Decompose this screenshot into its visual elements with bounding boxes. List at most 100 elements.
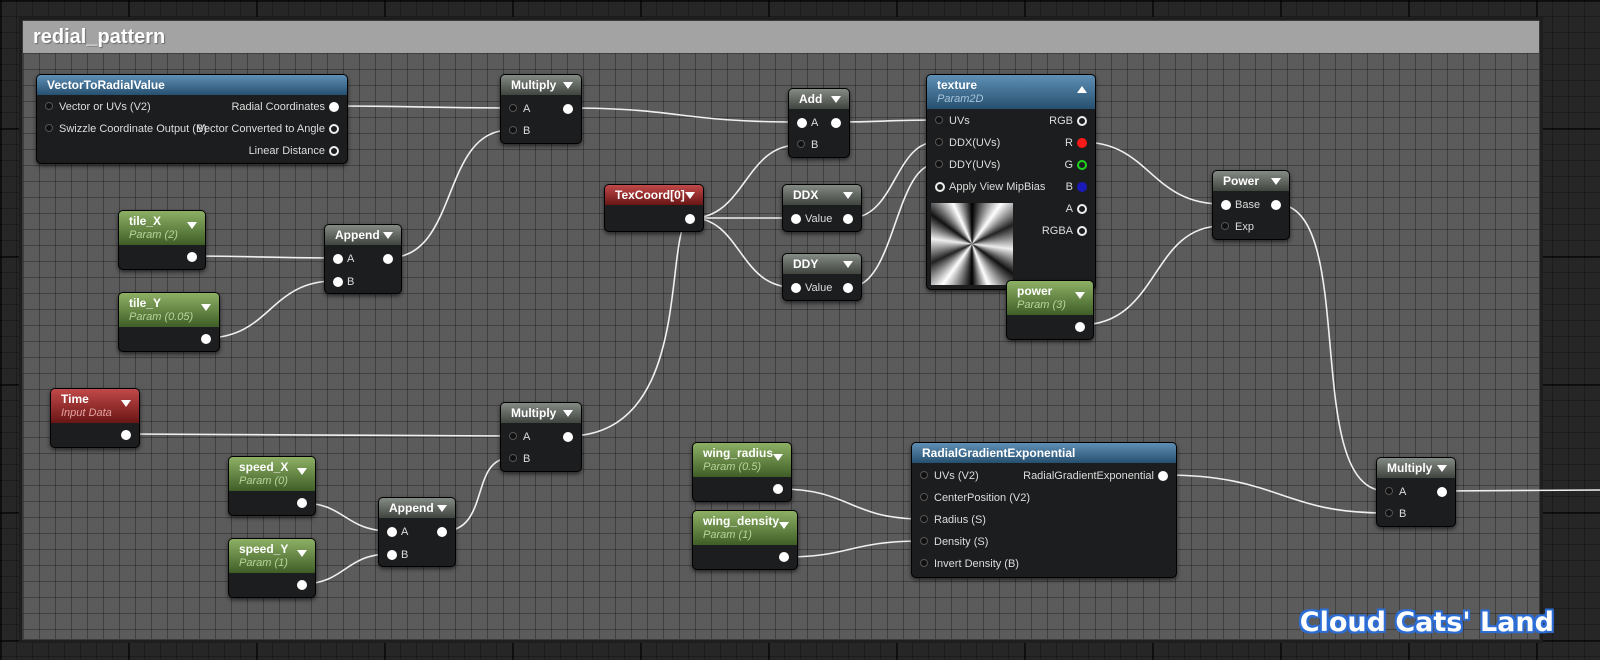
node-wing-radius[interactable]: wing_radius Param (0.5) — [692, 442, 792, 502]
pin-dot[interactable] — [1271, 200, 1281, 210]
pin-dot[interactable] — [1077, 116, 1087, 126]
pin-output[interactable] — [839, 277, 861, 299]
pin-dot[interactable] — [329, 124, 339, 134]
pin-dot[interactable] — [791, 214, 801, 224]
pin-dot[interactable] — [387, 550, 397, 560]
node-multiply-2[interactable]: Multiply A B — [500, 402, 582, 472]
pin-a[interactable]: A — [325, 248, 354, 270]
pin-exp[interactable]: Exp — [1213, 216, 1254, 238]
pin-output[interactable] — [197, 328, 219, 350]
node-header[interactable]: RadialGradientExponential — [912, 443, 1176, 463]
pin-ddy-uvs[interactable]: DDY(UVs) — [927, 154, 1000, 176]
node-power[interactable]: Power Base Exp — [1212, 170, 1290, 240]
pin-radial-coordinates[interactable]: Radial Coordinates — [231, 96, 347, 118]
pin-b[interactable]: B — [379, 544, 408, 566]
collapse-arrow-icon[interactable] — [437, 505, 447, 512]
pin-output[interactable] — [559, 98, 581, 120]
collapse-arrow-icon[interactable] — [187, 222, 197, 229]
pin-dot[interactable] — [297, 580, 307, 590]
pin-dot[interactable] — [1385, 509, 1393, 517]
node-speed-y[interactable]: speed_Y Param (1) — [228, 538, 316, 598]
pin-dot[interactable] — [563, 104, 573, 114]
pin-dot[interactable] — [1077, 138, 1087, 148]
node-texcoord[interactable]: TexCoord[0] — [604, 184, 704, 232]
collapse-arrow-icon[interactable] — [563, 82, 573, 89]
pin-linear-distance[interactable]: Linear Distance — [249, 140, 347, 162]
collapse-arrow-icon[interactable] — [843, 192, 853, 199]
pin-output[interactable] — [117, 424, 139, 446]
node-header[interactable]: DDY — [783, 254, 861, 274]
pin-output[interactable] — [1433, 481, 1455, 503]
pin-invert-density[interactable]: Invert Density (B) — [912, 553, 1019, 575]
collapse-arrow-icon[interactable] — [685, 192, 695, 199]
pin-dot[interactable] — [297, 498, 307, 508]
collapse-arrow-icon[interactable] — [383, 232, 393, 239]
pin-dot[interactable] — [45, 124, 53, 132]
pin-a[interactable]: A — [789, 112, 818, 134]
node-append-1[interactable]: Append A B — [324, 224, 402, 294]
pin-dot[interactable] — [1385, 487, 1393, 495]
pin-r[interactable]: R — [1065, 132, 1095, 154]
pin-output[interactable] — [293, 574, 315, 596]
node-header[interactable]: Append — [325, 225, 401, 245]
pin-dot[interactable] — [509, 454, 517, 462]
collapse-arrow-icon[interactable] — [1075, 292, 1085, 299]
node-ddx[interactable]: DDX Value — [782, 184, 862, 232]
pin-dot[interactable] — [187, 252, 197, 262]
pin-dot[interactable] — [563, 432, 573, 442]
node-header[interactable]: power Param (3) — [1007, 281, 1093, 315]
pin-output[interactable] — [1071, 316, 1093, 338]
pin-dot[interactable] — [509, 126, 517, 134]
node-append-2[interactable]: Append A B — [378, 497, 456, 567]
pin-output[interactable] — [769, 478, 791, 500]
node-header[interactable]: TexCoord[0] — [605, 185, 703, 205]
pin-output[interactable] — [1267, 194, 1289, 216]
pin-output[interactable] — [839, 208, 861, 230]
collapse-arrow-icon[interactable] — [121, 400, 131, 407]
node-texture[interactable]: texture Param2D UVs DDX(UVs) DDY(UVs) App… — [926, 74, 1096, 290]
node-header[interactable]: VectorToRadialValue — [37, 75, 347, 95]
pin-vector-converted-to-angle[interactable]: Vector Converted to Angle — [197, 118, 347, 140]
node-header[interactable]: Multiply — [1377, 458, 1455, 478]
collapse-arrow-icon[interactable] — [1077, 86, 1087, 93]
pin-dot[interactable] — [329, 146, 339, 156]
pin-dot[interactable] — [843, 283, 853, 293]
pin-dot[interactable] — [779, 552, 789, 562]
pin-a[interactable]: A — [501, 98, 530, 120]
pin-dot[interactable] — [831, 118, 841, 128]
pin-dot[interactable] — [1221, 200, 1231, 210]
pin-dot[interactable] — [920, 515, 928, 523]
pin-a[interactable]: A — [1377, 481, 1406, 503]
node-header[interactable]: speed_Y Param (1) — [229, 539, 315, 573]
collapse-arrow-icon[interactable] — [779, 522, 789, 529]
node-add[interactable]: Add A B — [788, 88, 850, 158]
node-header[interactable]: wing_density Param (1) — [693, 511, 797, 545]
collapse-arrow-icon[interactable] — [843, 261, 853, 268]
pin-dot[interactable] — [1077, 182, 1087, 192]
pin-dot[interactable] — [920, 537, 928, 545]
pin-dot[interactable] — [935, 116, 943, 124]
pin-dot[interactable] — [45, 102, 53, 110]
node-time[interactable]: Time Input Data — [50, 388, 140, 448]
pin-dot[interactable] — [685, 214, 695, 224]
pin-dot[interactable] — [1158, 471, 1168, 481]
collapse-arrow-icon[interactable] — [201, 304, 211, 311]
pin-dot[interactable] — [935, 182, 945, 192]
pin-dot[interactable] — [509, 104, 517, 112]
pin-b[interactable]: B — [789, 134, 818, 156]
collapse-arrow-icon[interactable] — [831, 96, 841, 103]
pin-dot[interactable] — [797, 140, 805, 148]
pin-rgb[interactable]: RGB — [1049, 110, 1095, 132]
pin-uvs[interactable]: UVs — [927, 110, 970, 132]
pin-dot[interactable] — [773, 484, 783, 494]
node-header[interactable]: wing_radius Param (0.5) — [693, 443, 791, 477]
node-wing-density[interactable]: wing_density Param (1) — [692, 510, 798, 570]
pin-dot[interactable] — [509, 432, 517, 440]
pin-output[interactable] — [379, 248, 401, 270]
pin-dot[interactable] — [935, 138, 943, 146]
pin-a[interactable]: A — [379, 521, 408, 543]
pin-b[interactable]: B — [1066, 176, 1095, 198]
pin-output[interactable] — [827, 112, 849, 134]
node-header[interactable]: speed_X Param (0) — [229, 457, 315, 491]
node-header[interactable]: Power — [1213, 171, 1289, 191]
